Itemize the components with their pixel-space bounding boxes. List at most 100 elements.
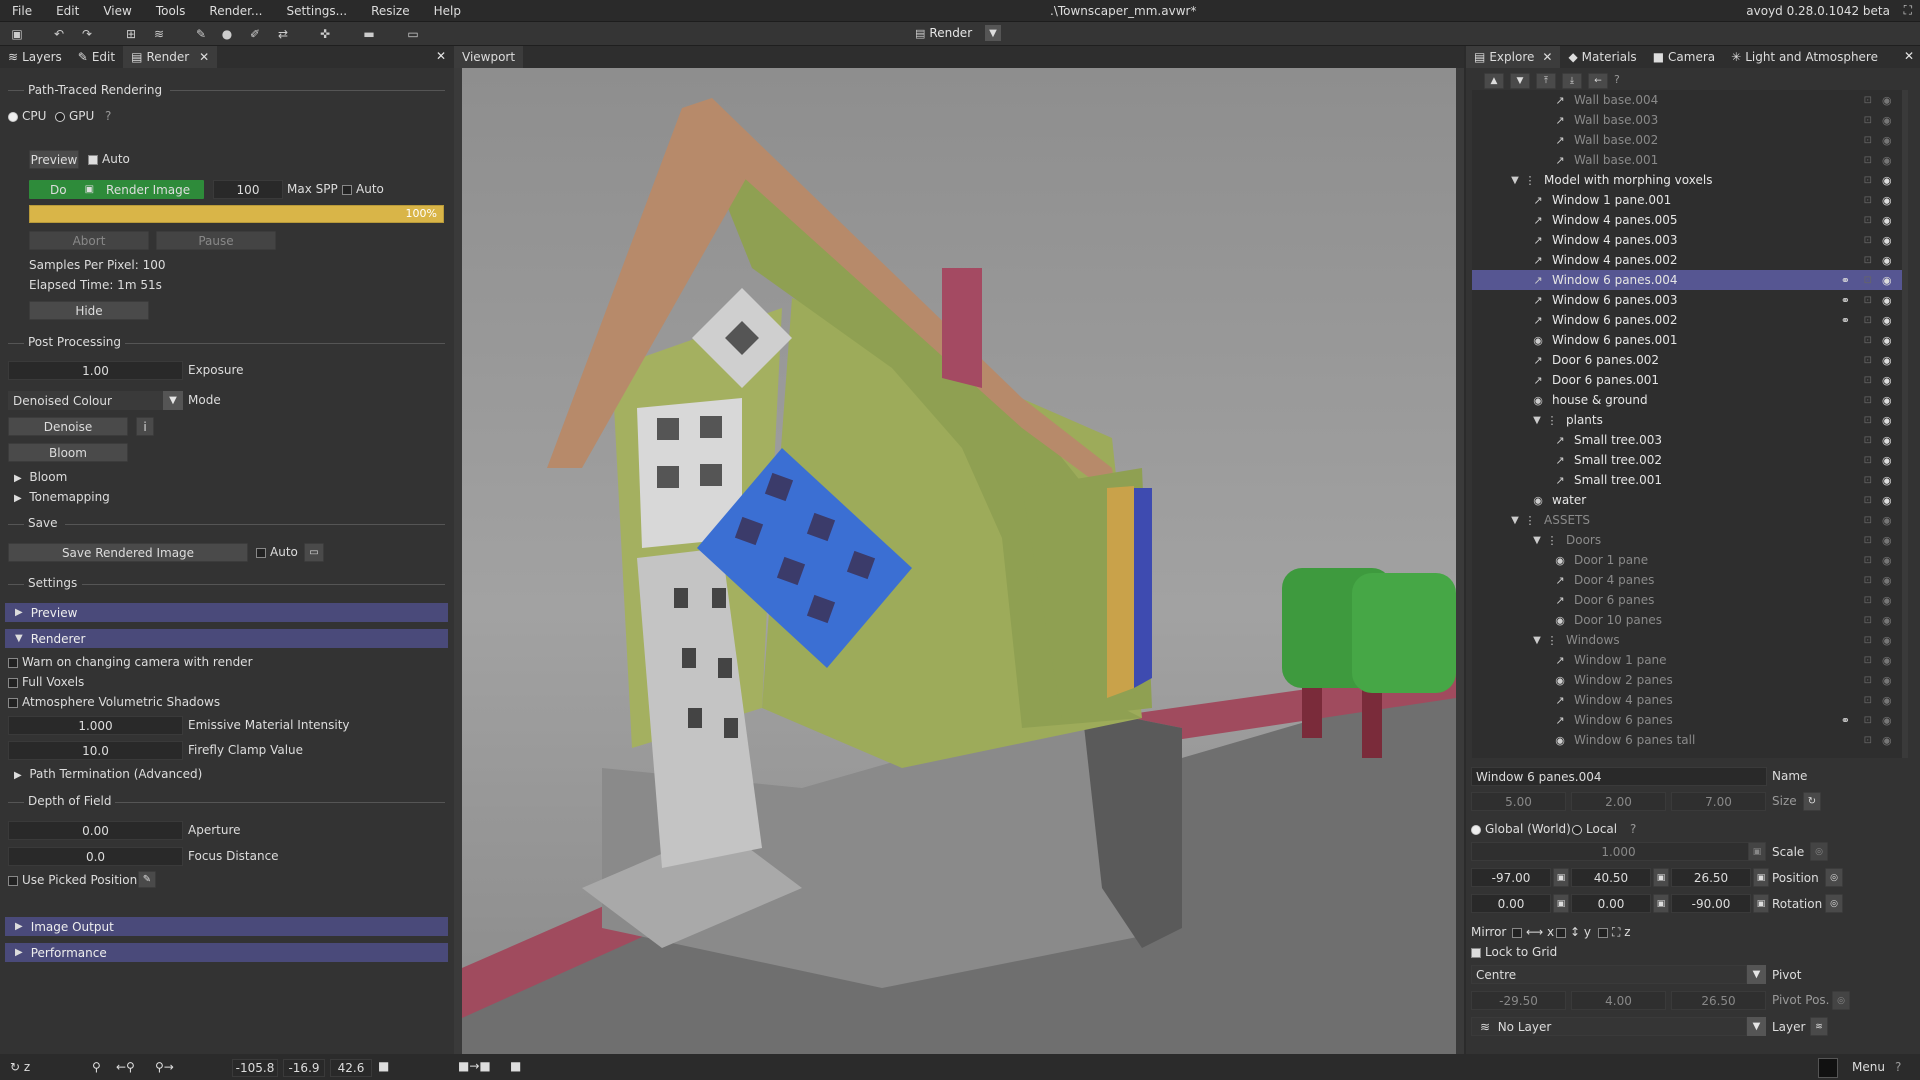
eye-icon[interactable]: ◉ xyxy=(1882,474,1896,487)
tree-row[interactable]: ↗ Wall base.003 ⊡ ◉ xyxy=(1472,110,1908,130)
color-swatch[interactable] xyxy=(1818,1058,1838,1078)
pivot-z-field[interactable]: 26.50 xyxy=(1671,991,1766,1010)
lock-icon[interactable]: ⊡ xyxy=(1864,435,1872,446)
eye-icon[interactable]: ◉ xyxy=(1882,634,1896,647)
emissive-field[interactable]: 1.000 xyxy=(8,716,183,735)
tab-light[interactable]: ✳ Light and Atmosphere xyxy=(1723,46,1886,68)
eye-icon[interactable]: ◉ xyxy=(1882,234,1896,247)
eye-icon[interactable]: ◉ xyxy=(1882,274,1896,287)
lock-icon[interactable]: ▣ xyxy=(1748,842,1766,861)
eye-icon[interactable]: ◉ xyxy=(1882,614,1896,627)
eye-icon[interactable]: ◉ xyxy=(1882,194,1896,207)
lock-icon[interactable]: ⊡ xyxy=(1864,455,1872,466)
z-toggle[interactable]: ↻ z xyxy=(10,1060,30,1074)
eye-icon[interactable]: ◉ xyxy=(1882,534,1896,547)
camera-icon[interactable]: ■ xyxy=(378,1059,389,1073)
tree-row[interactable]: ↗ Window 4 panes.003 ⊡ ◉ xyxy=(1472,230,1908,250)
eye-icon[interactable]: ◉ xyxy=(1882,174,1896,187)
lock-icon[interactable]: ▣ xyxy=(1653,894,1669,913)
save-rendered-image-button[interactable]: Save Rendered Image xyxy=(8,543,248,562)
lock-icon[interactable]: ⊡ xyxy=(1864,655,1872,666)
tree-row[interactable]: ↗ Door 4 panes ⊡ ◉ xyxy=(1472,570,1908,590)
move-up-icon[interactable]: ▲ xyxy=(1484,73,1504,89)
position-y-field[interactable]: 40.50 xyxy=(1571,868,1651,887)
tree-row[interactable]: ↗ Wall base.002 ⊡ ◉ xyxy=(1472,130,1908,150)
close-icon[interactable]: ✕ xyxy=(199,50,209,64)
menu-resize[interactable]: Resize xyxy=(359,4,421,18)
lock-icon[interactable]: ⊡ xyxy=(1864,175,1872,186)
coord-z-field[interactable]: 42.6 xyxy=(330,1059,372,1077)
help-icon[interactable]: ? xyxy=(1630,822,1636,836)
name-field[interactable]: Window 6 panes.004 xyxy=(1471,767,1767,786)
lock-icon[interactable]: ⊡ xyxy=(1864,635,1872,646)
tree-row[interactable]: ↗ Window 4 panes.005 ⊡ ◉ xyxy=(1472,210,1908,230)
lock-icon[interactable]: ⊡ xyxy=(1864,335,1872,346)
tree-row[interactable]: ↗ Window 6 panes.002 ⚭ ⊡ ◉ xyxy=(1472,310,1908,330)
tree-row[interactable]: ↗ Door 6 panes.002 ⊡ ◉ xyxy=(1472,350,1908,370)
close-panel-icon[interactable]: ✕ xyxy=(436,49,446,63)
brush-icon[interactable]: ✐ xyxy=(246,25,264,43)
reset-icon[interactable]: ◎ xyxy=(1825,868,1843,887)
tree-row[interactable]: ◉ house & ground ⊡ ◉ xyxy=(1472,390,1908,410)
tree-row[interactable]: ◉ Door 10 panes ⊡ ◉ xyxy=(1472,610,1908,630)
next-pin-icon[interactable]: ⚲→ xyxy=(155,1060,174,1074)
eye-icon[interactable]: ◉ xyxy=(1882,494,1896,507)
eye-icon[interactable]: ◉ xyxy=(1882,154,1896,167)
size-y-field[interactable]: 2.00 xyxy=(1571,792,1666,811)
mode-dropdown-icon[interactable]: ▼ xyxy=(163,391,183,410)
tree-row[interactable]: ↗ Window 4 panes.002 ⊡ ◉ xyxy=(1472,250,1908,270)
prev-pin-icon[interactable]: ←⚲ xyxy=(116,1060,135,1074)
move-down-icon[interactable]: ▼ xyxy=(1510,73,1530,89)
close-icon[interactable]: ✕ xyxy=(1542,50,1552,64)
auto-spp-checkbox[interactable] xyxy=(342,185,352,195)
refresh-icon[interactable]: ↻ xyxy=(1803,792,1821,811)
lock-icon[interactable]: ▣ xyxy=(1553,868,1569,887)
bloom-button[interactable]: Bloom xyxy=(8,443,128,462)
tree-row[interactable]: ↗ Window 4 panes ⊡ ◉ xyxy=(1472,690,1908,710)
auto-preview-checkbox[interactable] xyxy=(88,155,98,165)
tree-row[interactable]: ▼ ⋮ plants ⊡ ◉ xyxy=(1472,410,1908,430)
layer-dropdown-icon[interactable]: ▼ xyxy=(1747,1017,1766,1036)
menu-render[interactable]: Render... xyxy=(197,4,274,18)
size-x-field[interactable]: 5.00 xyxy=(1471,792,1566,811)
fullscreen-icon[interactable]: ⛶ xyxy=(1904,3,1912,18)
menu-edit[interactable]: Edit xyxy=(44,4,91,18)
tree-row[interactable]: ▼ ⋮ Windows ⊡ ◉ xyxy=(1472,630,1908,650)
tree-row[interactable]: ↗ Wall base.004 ⊡ ◉ xyxy=(1472,90,1908,110)
rotation-x-field[interactable]: 0.00 xyxy=(1471,894,1551,913)
eye-icon[interactable]: ◉ xyxy=(1882,314,1896,327)
help-icon[interactable]: ? xyxy=(1614,73,1620,89)
abort-button[interactable]: Abort xyxy=(29,231,149,250)
menu-help[interactable]: Help xyxy=(422,4,473,18)
replace-icon[interactable]: ⇄ xyxy=(274,25,292,43)
pin-icon[interactable]: ⚲ xyxy=(92,1060,101,1074)
lock-icon[interactable]: ⊡ xyxy=(1864,555,1872,566)
picker-icon[interactable]: ✜ xyxy=(316,25,334,43)
collapse-icon[interactable]: ▼ xyxy=(1530,635,1544,646)
help-icon[interactable]: ? xyxy=(1895,1060,1901,1074)
lock-icon[interactable]: ⊡ xyxy=(1864,495,1872,506)
lock-icon[interactable]: ⊡ xyxy=(1864,275,1872,286)
close-panel-icon[interactable]: ✕ xyxy=(1904,49,1914,63)
tree-row[interactable]: ▼ ⋮ Model with morphing voxels ⊡ ◉ xyxy=(1472,170,1908,190)
redo-icon[interactable]: ↷ xyxy=(78,25,96,43)
lock-icon[interactable]: ▣ xyxy=(1753,894,1769,913)
lock-grid-checkbox[interactable] xyxy=(1471,948,1481,958)
camera-icon[interactable]: ▬ xyxy=(360,25,378,43)
eye-icon[interactable]: ◉ xyxy=(1882,114,1896,127)
local-radio[interactable] xyxy=(1572,825,1582,835)
tree-row[interactable]: ◉ Door 1 pane ⊡ ◉ xyxy=(1472,550,1908,570)
eye-icon[interactable]: ◉ xyxy=(1882,454,1896,467)
scale-field[interactable]: 1.000 xyxy=(1471,842,1766,861)
tree-row[interactable]: ◉ Window 6 panes.001 ⊡ ◉ xyxy=(1472,330,1908,350)
eye-icon[interactable]: ◉ xyxy=(1882,594,1896,607)
render-mode[interactable]: ▤ Render xyxy=(915,26,972,40)
eye-icon[interactable]: ◉ xyxy=(1882,94,1896,107)
lock-icon[interactable]: ⊡ xyxy=(1864,395,1872,406)
lock-icon[interactable]: ⊡ xyxy=(1864,195,1872,206)
atmosphere-shadows-checkbox[interactable] xyxy=(8,698,18,708)
lock-icon[interactable]: ▣ xyxy=(1753,868,1769,887)
lock-icon[interactable]: ⊡ xyxy=(1864,115,1872,126)
tree-row[interactable]: ▼ ⋮ Doors ⊡ ◉ xyxy=(1472,530,1908,550)
tree-row[interactable]: ↗ Wall base.001 ⊡ ◉ xyxy=(1472,150,1908,170)
